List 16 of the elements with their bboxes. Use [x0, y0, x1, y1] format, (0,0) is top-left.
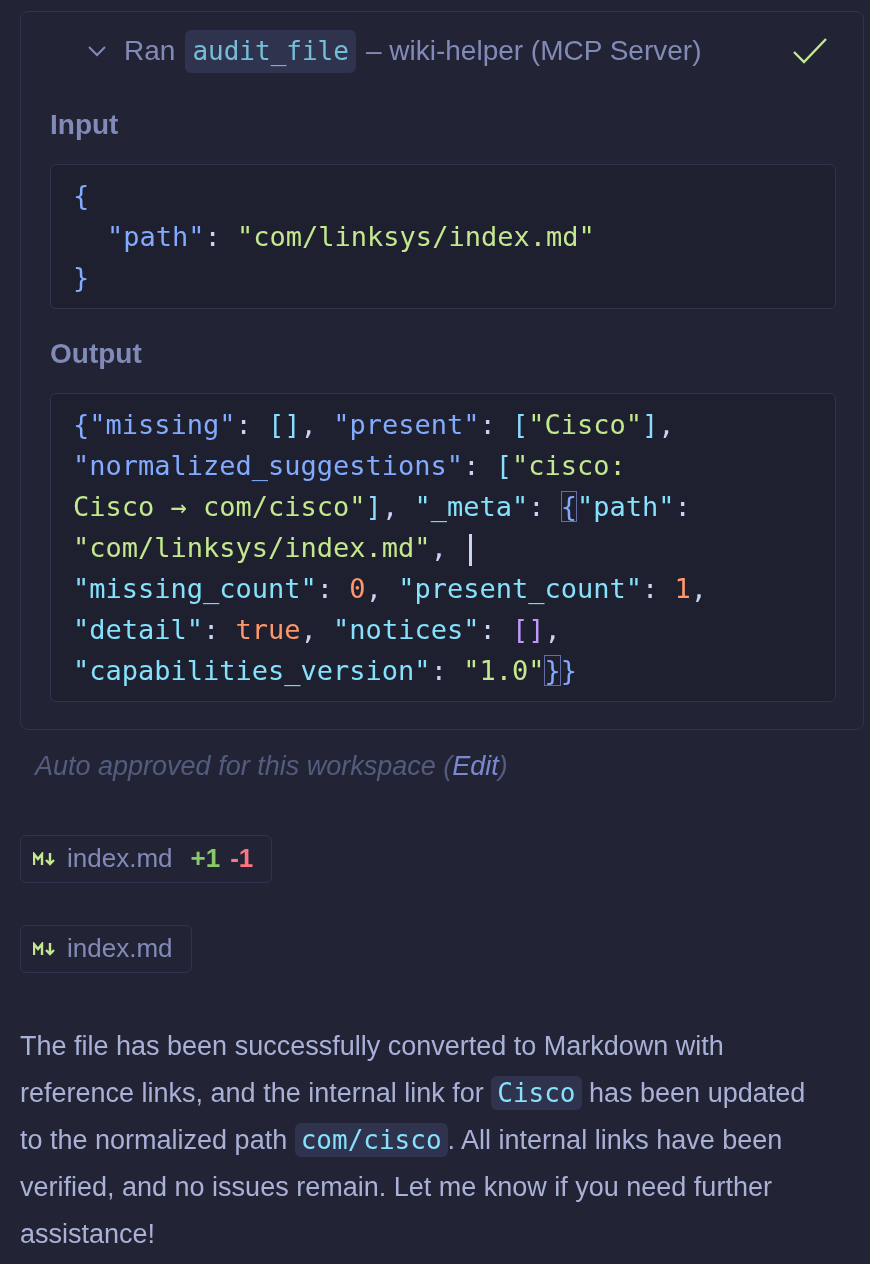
- added-count: +1: [190, 842, 221, 875]
- approval-note: Auto approved for this workspace (Edit): [35, 750, 509, 783]
- removed-count: -1: [230, 842, 254, 875]
- input-heading: Input: [50, 108, 120, 142]
- text-cursor: [469, 533, 473, 566]
- file-chip[interactable]: index.md +1 -1: [20, 834, 273, 883]
- input-code-block: { "path": "com/linksys/index.md" }: [50, 164, 836, 309]
- file-chip[interactable]: index.md: [20, 924, 192, 973]
- server-label: – wiki-helper (MCP Server): [365, 34, 702, 68]
- output-code-block: {"missing": [], "present": ["Cisco"], "normalized_suggestions": ["cisco: Cisco → com/cisco"], "_meta": {"path": "com/linksys/index.md", "missing_count": 0, "present_count": 1, "detail": true, "notices": [], "capabilities_version": "1.0"}}: [50, 393, 836, 702]
- markdown-icon: [33, 941, 57, 956]
- output-heading: Output: [50, 337, 143, 371]
- ran-label: Ran: [124, 34, 176, 68]
- tool-name: audit_file: [185, 29, 356, 73]
- markdown-icon: [33, 851, 57, 866]
- assistant-message: The file has been successfully converted to Markdown with reference links, and the internal link for Cisco has been updated to the normalized path com/cisco . All internal links have been verified, and no issues remain. Let me know if you need further assistance!: [20, 1029, 807, 1251]
